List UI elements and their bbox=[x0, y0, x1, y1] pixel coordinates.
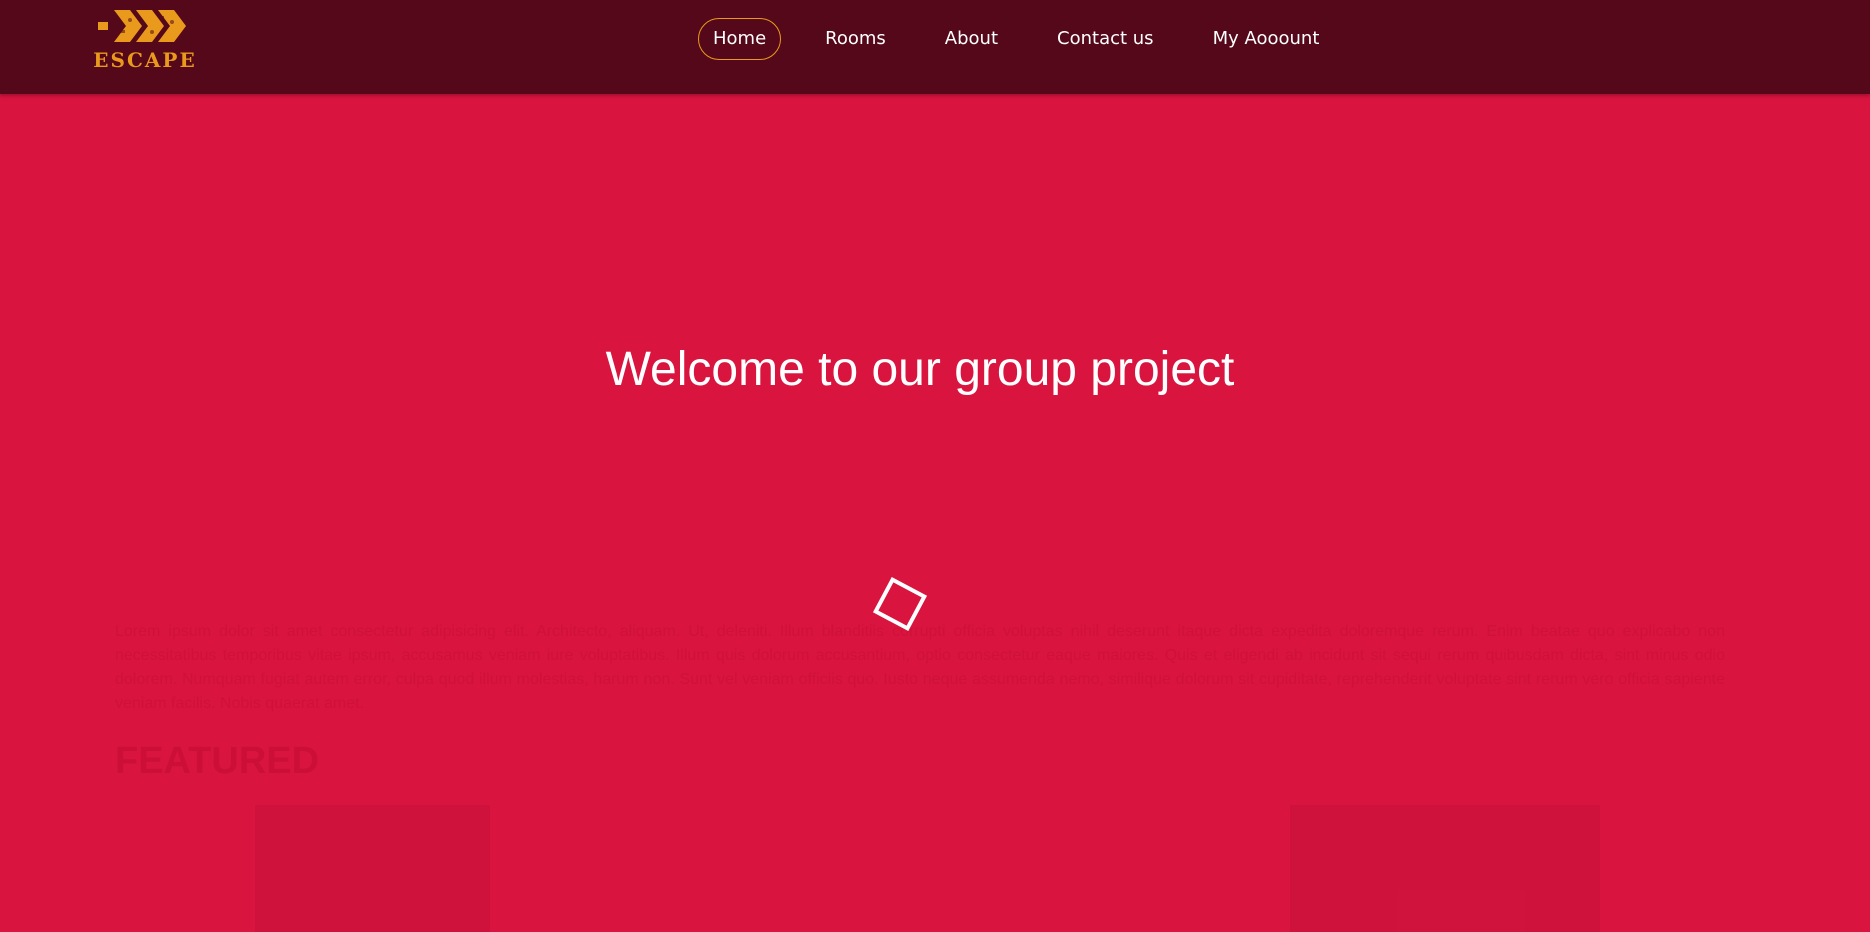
triple-chevron-icon bbox=[98, 10, 186, 42]
faded-feature-card bbox=[255, 805, 490, 932]
brand-logo[interactable]: ESCAPE bbox=[90, 8, 200, 74]
hero-title: Welcome to our group project bbox=[605, 343, 1235, 397]
site-header: ESCAPE Home Rooms About Contact us My Ao… bbox=[0, 0, 1870, 94]
main-nav: Home Rooms About Contact us My Aooount bbox=[698, 18, 1363, 60]
brand-name: ESCAPE bbox=[93, 48, 197, 72]
nav-about[interactable]: About bbox=[930, 18, 1013, 60]
nav-rooms[interactable]: Rooms bbox=[810, 18, 901, 60]
faded-feature-card bbox=[1290, 805, 1600, 932]
faded-intro-paragraph: Lorem ipsum dolor sit amet consectetur a… bbox=[115, 623, 1725, 712]
faded-featured-heading: FEATURED bbox=[115, 740, 320, 782]
nav-my-account[interactable]: My Aooount bbox=[1198, 18, 1335, 60]
nav-contact-us[interactable]: Contact us bbox=[1042, 18, 1169, 60]
nav-home[interactable]: Home bbox=[698, 18, 782, 60]
